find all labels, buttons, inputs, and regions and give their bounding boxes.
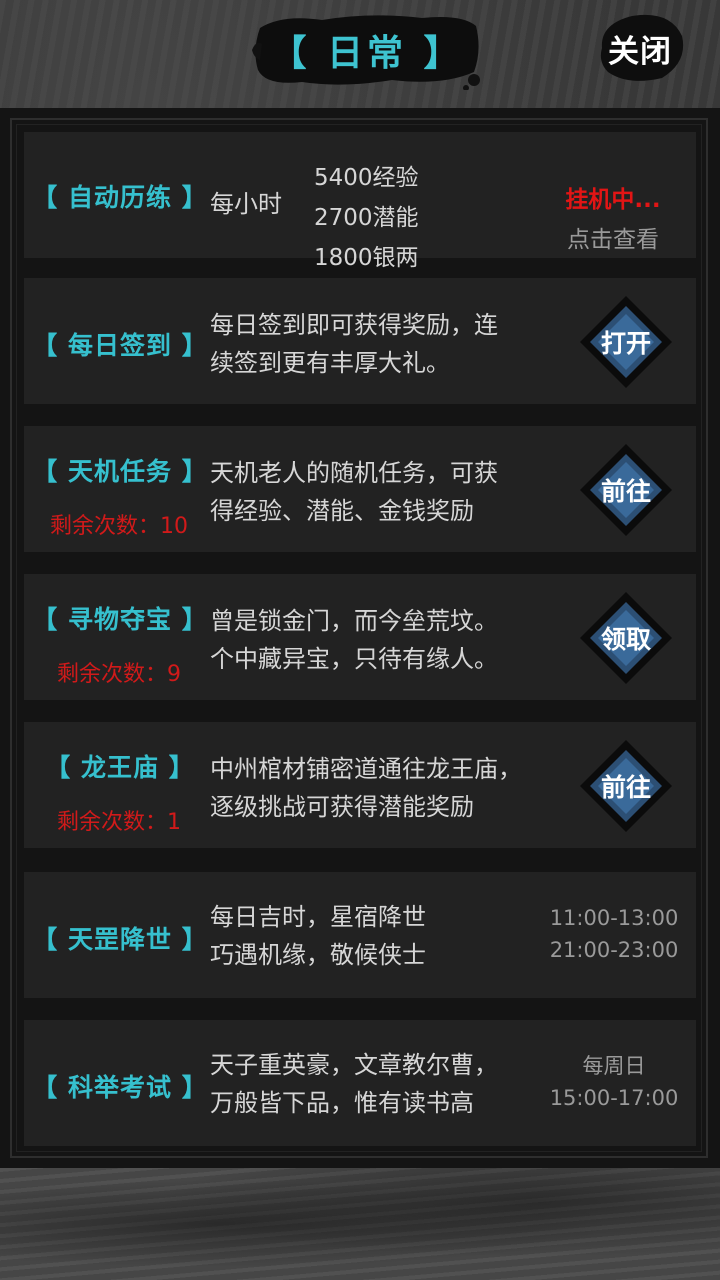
star-descend-name: 【 天罡降世 】 [32,925,208,954]
time-line: 每周日 [582,1054,646,1078]
daily-signin-row: 【 每日签到 】 每日签到即可获得奖励，连 续签到更有丰厚大礼。 打开 [24,278,696,404]
dragon-remaining: 剩余次数：1 [57,810,181,835]
view-details-link[interactable]: 点击查看 [544,220,682,254]
claim-label: 领取 [600,625,651,654]
desc-line: 天机老人的随机任务，可获 [210,459,498,487]
daily-panel: 【 自动历练 】 每小时 5400经验 2700潜能 1800银两 挂机中...… [0,108,720,1170]
imperial-exam-row: 【 科举考试 】 天子重英豪，文章教尔曹， 万般皆下品，惟有读书高 每周日 15… [24,1020,696,1146]
auto-training-row: 【 自动历练 】 每小时 5400经验 2700潜能 1800银两 挂机中...… [24,132,696,271]
go-label: 前往 [600,477,651,506]
dragon-temple-desc: 中州棺材铺密道通往龙王庙， 逐级挑战可获得潜能奖励 [210,750,522,826]
treasure-hunt-row: 【 寻物夺宝 】 剩余次数：9 曾是锁金门，而今垒荒坟。 个中藏异宝，只待有缘人… [24,574,696,700]
desc-line: 巧遇机缘，敬候侠士 [210,941,426,969]
imperial-exam-time: 每周日 15:00-17:00 [544,1050,684,1114]
desc-line: 逐级挑战可获得潜能奖励 [210,793,474,821]
time-line: 21:00-23:00 [549,938,679,962]
open-button[interactable]: 打开 [578,294,674,390]
tianji-remaining: 剩余次数：10 [50,514,188,539]
desc-line: 中州棺材铺密道通往龙王庙， [210,755,522,783]
star-descend-row: 【 天罡降世 】 每日吉时，星宿降世 巧遇机缘，敬候侠士 11:00-13:00… [24,872,696,998]
treasure-remaining: 剩余次数：9 [57,662,181,687]
imperial-exam-desc: 天子重英豪，文章教尔曹， 万般皆下品，惟有读书高 [210,1046,498,1122]
auto-training-name: 【 自动历练 】 [32,183,208,212]
time-line: 11:00-13:00 [549,906,679,930]
desc-line: 曾是锁金门，而今垒荒坟。 [210,607,498,635]
per-hour-label: 每小时 [210,190,282,218]
tianji-task-name: 【 天机任务 】 [32,457,208,486]
dragon-temple-row: 【 龙王庙 】 剩余次数：1 中州棺材铺密道通往龙王庙， 逐级挑战可获得潜能奖励… [24,722,696,848]
treasure-hunt-desc: 曾是锁金门，而今垒荒坟。 个中藏异宝，只待有缘人。 [210,602,498,678]
star-descend-desc: 每日吉时，星宿降世 巧遇机缘，敬候侠士 [210,898,426,974]
desc-line: 个中藏异宝，只待有缘人。 [210,645,498,673]
reward-silver: 1800银两 [314,245,419,271]
desc-line: 天子重英豪，文章教尔曹， [210,1051,498,1079]
bottom-ink-decoration [0,1168,720,1280]
daily-signin-name: 【 每日签到 】 [32,331,208,360]
title-banner: 【 日常 】 [252,10,482,90]
desc-line: 每日签到即可获得奖励，连 [210,311,498,339]
desc-line: 万般皆下品，惟有读书高 [210,1089,474,1117]
go-label: 前往 [600,773,651,802]
desc-line: 得经验、潜能、金钱奖励 [210,497,474,525]
page-title: 【 日常 】 [270,33,464,74]
star-descend-time: 11:00-13:00 21:00-23:00 [544,902,684,966]
time-line: 15:00-17:00 [549,1086,679,1110]
idle-status: 挂机中... [565,187,661,213]
tianji-task-row: 【 天机任务 】 剩余次数：10 天机老人的随机任务，可获 得经验、潜能、金钱奖… [24,426,696,552]
dragon-temple-name: 【 龙王庙 】 [45,753,195,782]
desc-line: 每日吉时，星宿降世 [210,903,426,931]
reward-exp: 5400经验 [314,165,419,191]
open-label: 打开 [600,329,651,358]
go-button[interactable]: 前往 [578,738,674,834]
daily-signin-desc: 每日签到即可获得奖励，连 续签到更有丰厚大礼。 [210,306,498,382]
reward-potential: 2700潜能 [314,205,419,231]
tianji-task-desc: 天机老人的随机任务，可获 得经验、潜能、金钱奖励 [210,454,498,530]
go-button[interactable]: 前往 [578,442,674,538]
claim-button[interactable]: 领取 [578,590,674,686]
treasure-hunt-name: 【 寻物夺宝 】 [32,605,208,634]
auto-training-rewards: 5400经验 2700潜能 1800银两 [314,158,419,278]
close-button[interactable]: 关闭 [592,10,688,86]
desc-line: 续签到更有丰厚大礼。 [210,349,450,377]
imperial-exam-name: 【 科举考试 】 [32,1073,208,1102]
close-label: 关闭 [608,33,672,70]
